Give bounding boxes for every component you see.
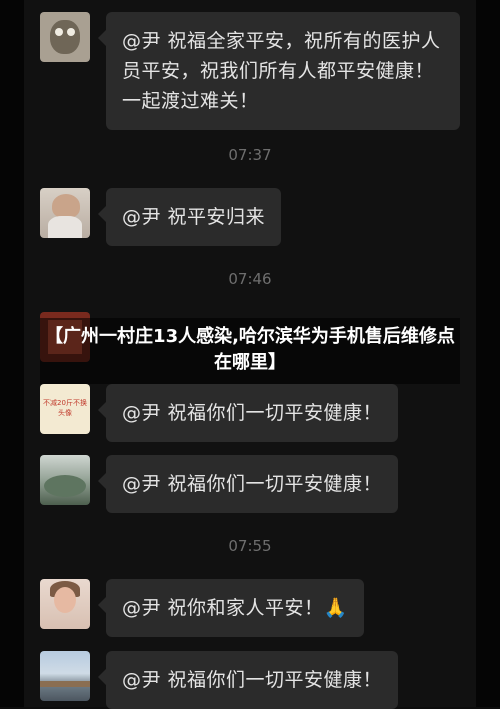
message-bubble[interactable]: @尹 祝你和家人平安！🙏 (98, 579, 364, 637)
timestamp: 07:46 (228, 270, 272, 288)
left-frame (0, 0, 24, 707)
timestamp: 07:55 (228, 537, 272, 555)
message-row: @尹 祝福全家平安，祝所有的医护人员平安，祝我们所有人都平安健康！一起渡过难关！ (40, 12, 460, 130)
message-row: @尹 祝福你们一切平安健康！ (40, 455, 399, 513)
road-avatar[interactable] (40, 651, 90, 701)
message-bubble[interactable]: @尹 祝平安归来 (97, 188, 282, 246)
girl-avatar[interactable] (40, 188, 90, 238)
message-bubble[interactable]: @尹 祝福你们一切平安健康！ (97, 455, 399, 513)
tree-avatar[interactable] (40, 455, 90, 505)
message-row: @尹 祝平安归来 (40, 188, 282, 246)
headline-caption: 【广州一村庄13人感染,哈尔滨华为手机售后维修点在哪里】 (40, 318, 460, 384)
message-row: @尹 祝你和家人平安！🙏 (40, 579, 364, 637)
right-frame (476, 0, 500, 707)
woman-avatar[interactable] (40, 579, 90, 629)
text-avatar[interactable]: 不减20斤不换头像 (40, 384, 90, 434)
message-bubble[interactable]: @尹 祝福你们一切平安健康！ (97, 384, 399, 442)
owl-avatar[interactable] (40, 12, 90, 62)
timestamp: 07:37 (228, 146, 272, 164)
message-row: 不减20斤不换头像 @尹 祝福你们一切平安健康！ (40, 384, 399, 442)
message-bubble[interactable]: @尹 祝福你们一切平安健康！ (97, 651, 399, 709)
message-bubble[interactable]: @尹 祝福全家平安，祝所有的医护人员平安，祝我们所有人都平安健康！一起渡过难关！ (98, 12, 460, 130)
message-row: @尹 祝福你们一切平安健康！ (40, 651, 399, 709)
